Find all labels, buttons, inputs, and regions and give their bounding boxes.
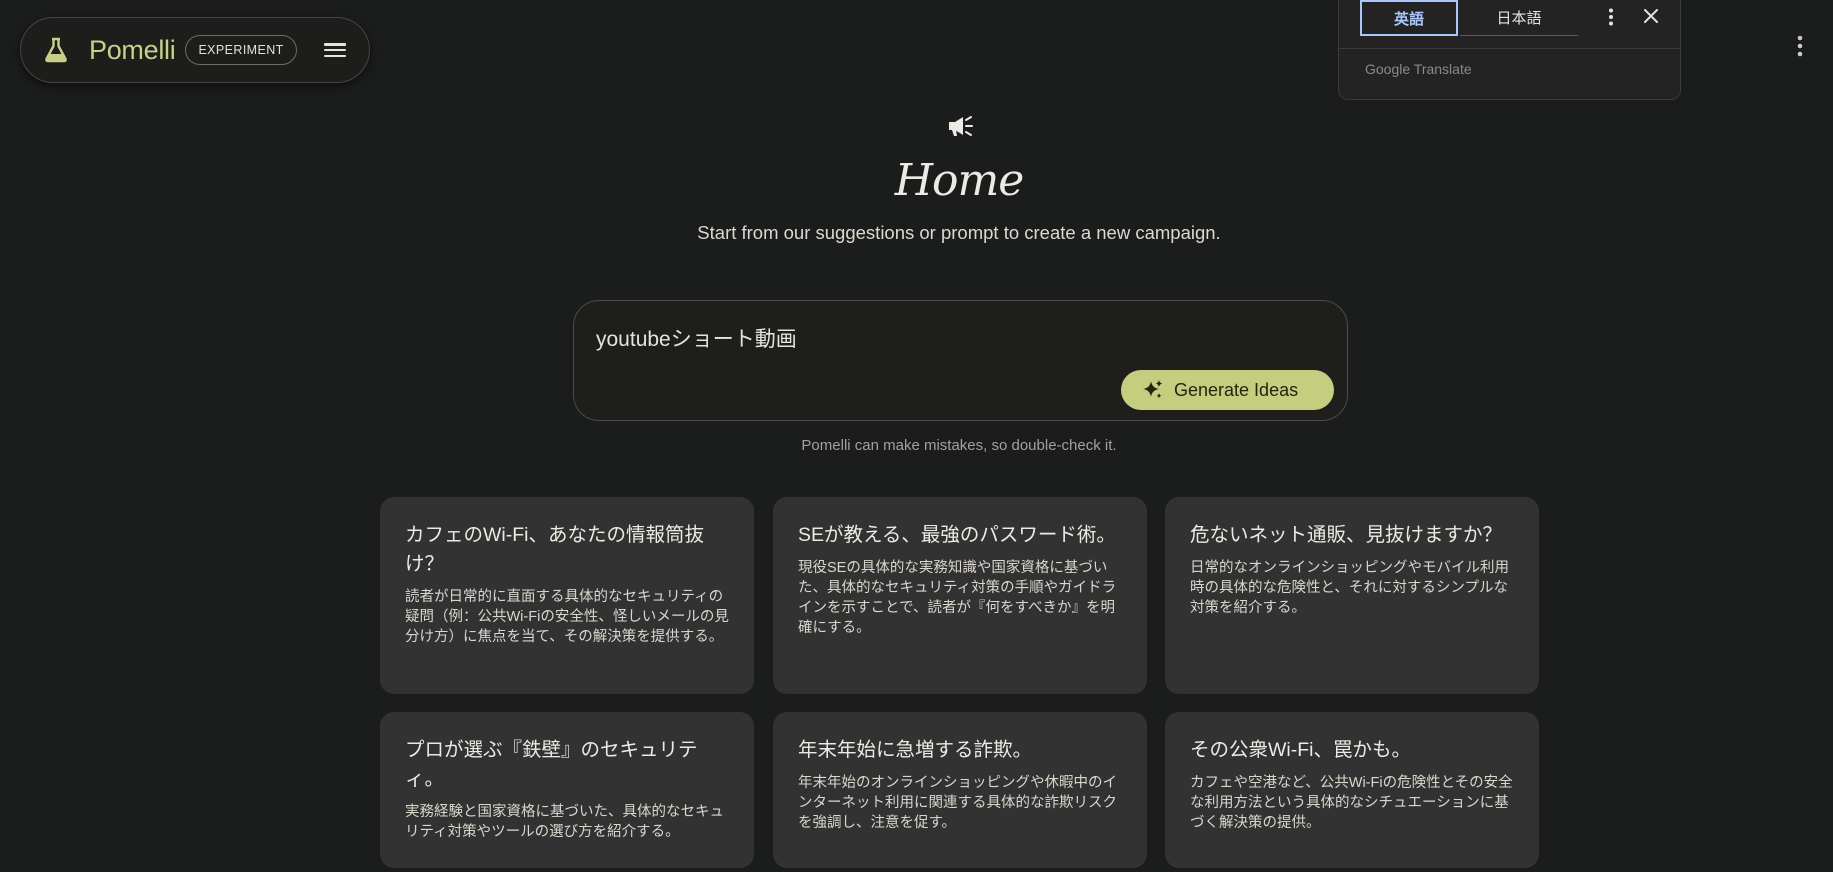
translate-popup: 英語 日本語 Google Translate [1338,0,1681,100]
megaphone-icon [946,113,974,139]
card-description: 読者が日常的に直面する具体的なセキュリティの疑問（例：公共Wi-Fiの安全性、怪… [405,589,729,645]
page-more-icon[interactable] [1790,34,1810,58]
suggestion-card[interactable]: SEが教える、最強のパスワード術。 現役SEの具体的な実務知識や国家資格に基づい… [773,497,1147,694]
card-title: 年末年始に急増する詐欺。 [798,739,1033,761]
card-title: 危ないネット通販、見抜けますか？ [1190,524,1503,546]
suggestion-card[interactable]: 年末年始に急増する詐欺。 年末年始のオンラインショッピングや休暇中のインターネッ… [773,712,1147,868]
generate-ideas-label: Generate Ideas [1174,379,1299,400]
card-title: プロが選ぶ『鉄壁』のセキュリティ。 [405,739,698,790]
divider [1339,48,1680,49]
experiment-badge: EXPERIMENT [185,35,297,65]
more-vertical-icon[interactable] [1601,7,1621,27]
suggestion-card[interactable]: その公衆Wi-Fi、罠かも。 カフェや空港など、公共Wi-Fiの危険性とその安全… [1165,712,1539,868]
disclaimer: Pomelli can make mistakes, so double-che… [801,437,1117,454]
card-title: SEが教える、最強のパスワード術。 [798,524,1116,546]
flask-icon [41,35,71,65]
generate-ideas-button[interactable]: Generate Ideas [1121,370,1334,410]
card-description: 現役SEの具体的な実務知識や国家資格に基づいた、具体的なセキュリティ対策の手順や… [798,560,1117,636]
suggestion-card[interactable]: プロが選ぶ『鉄壁』のセキュリティ。 実務経験と国家資格に基づいた、具体的なセキュ… [380,712,754,868]
brand-bar: Pomelli EXPERIMENT [20,17,370,83]
prompt-input[interactable] [596,321,1196,355]
card-description: 実務経験と国家資格に基づいた、具体的なセキュリティ対策やツールの選び方を紹介する… [405,804,724,840]
page-title: Home [894,155,1025,206]
prompt-box: Generate Ideas [573,300,1348,421]
page-subtitle: Start from our suggestions or prompt to … [697,222,1221,243]
card-title: カフェのWi-Fi、あなたの情報筒抜け？ [405,524,704,575]
card-description: 年末年始のオンラインショッピングや休暇中のインターネット利用に関連する具体的な詐… [798,775,1117,831]
source-language-tab[interactable]: 英語 [1360,0,1458,36]
suggestion-card[interactable]: カフェのWi-Fi、あなたの情報筒抜け？ 読者が日常的に直面する具体的なセキュリ… [380,497,754,694]
brand-name[interactable]: Pomelli [89,35,176,66]
card-description: 日常的なオンラインショッピングやモバイル利用時の具体的な危険性と、それに対するシ… [1190,560,1509,616]
close-icon[interactable] [1641,6,1661,26]
sparkle-icon [1142,379,1164,401]
hamburger-menu-icon[interactable] [323,40,347,60]
card-description: カフェや空港など、公共Wi-Fiの危険性とその安全な利用方法という具体的なシチュ… [1190,775,1513,831]
card-title: その公衆Wi-Fi、罠かも。 [1190,739,1411,761]
google-translate-brand: Google Translate [1365,61,1472,77]
target-language-tab[interactable]: 日本語 [1460,0,1578,36]
suggestion-card[interactable]: 危ないネット通販、見抜けますか？ 日常的なオンラインショッピングやモバイル利用時… [1165,497,1539,694]
